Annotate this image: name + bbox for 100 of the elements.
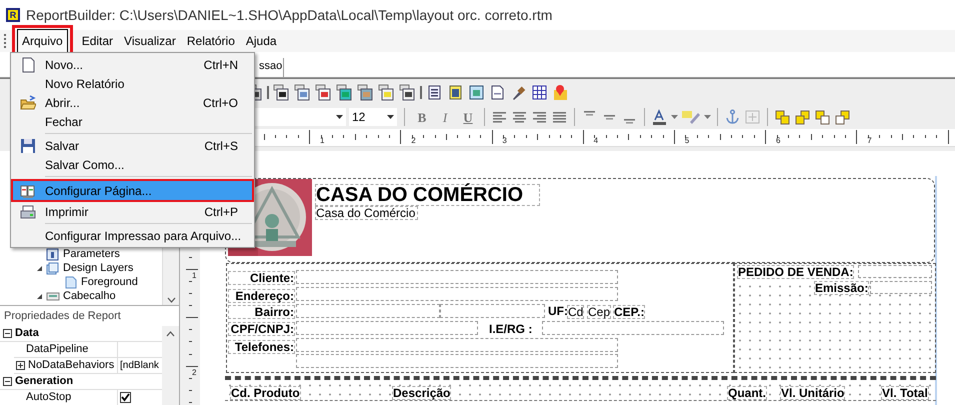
parameter-icon xyxy=(46,248,60,260)
app-logo: R xyxy=(6,8,20,22)
ruler-number: 5 xyxy=(684,137,690,145)
menu-item[interactable]: Relatório xyxy=(182,29,240,53)
property-value[interactable]: [ndBlank xyxy=(120,358,159,373)
panel-title: Propriedades de Report xyxy=(4,308,121,324)
component-icon[interactable] xyxy=(357,84,374,100)
page-icon[interactable] xyxy=(489,84,506,100)
grip-icon xyxy=(4,34,7,48)
component-icon[interactable] xyxy=(294,84,311,100)
data-field: Cep xyxy=(587,305,612,319)
ruler-number: 2 xyxy=(411,137,416,145)
menu-item[interactable]: Salvar Ctrl+S xyxy=(13,136,252,155)
window-title: ReportBuilder: C:\Users\DANIEL~1.SHO\AppData\Local\Temp\layout orc. correto.rtm xyxy=(26,6,552,25)
tree-item[interactable]: Cabecalho xyxy=(63,290,116,302)
align-left-icon[interactable] xyxy=(491,109,508,125)
component-icon[interactable] xyxy=(315,84,332,100)
data-field: Cd xyxy=(567,305,584,319)
field-label: Emissão: xyxy=(814,281,870,295)
bring-to-front-icon[interactable] xyxy=(774,109,791,125)
tree-item[interactable]: Design Layers xyxy=(63,262,134,274)
collapse-box-icon[interactable] xyxy=(3,329,12,338)
collapse-arrow-icon[interactable] xyxy=(36,264,43,272)
italic-button[interactable]: I xyxy=(435,108,455,126)
grid-icon[interactable] xyxy=(531,84,548,100)
tree-item[interactable]: Foreground xyxy=(81,276,138,288)
component-icon[interactable] xyxy=(336,84,353,100)
bring-forward-icon[interactable] xyxy=(814,109,831,125)
menu-item[interactable]: Editar xyxy=(76,29,118,53)
scroll-up-icon[interactable] xyxy=(166,331,175,337)
ruler-number: 2 xyxy=(192,369,196,377)
send-backward-icon[interactable] xyxy=(834,109,851,125)
tab[interactable]: ssao xyxy=(258,58,284,77)
menu-item[interactable]: Ajuda xyxy=(240,29,282,53)
table-icon[interactable] xyxy=(447,84,464,100)
font-size-dropdown[interactable]: 12 xyxy=(349,108,397,126)
caret-icon xyxy=(387,115,394,119)
list-icon[interactable] xyxy=(426,84,443,100)
menu-item[interactable]: Imprimir Ctrl+P xyxy=(13,202,252,221)
ruler-number: 1 xyxy=(320,137,324,145)
ruler-number: 4 xyxy=(594,137,598,145)
field-label: PEDIDO DE VENDA: xyxy=(737,265,854,279)
column-header: Quant. xyxy=(727,386,767,400)
field-label: UF: xyxy=(548,305,568,317)
column-header: Cd. Produto xyxy=(230,386,301,400)
ruler-number: 7 xyxy=(867,137,872,145)
component-icon[interactable] xyxy=(378,84,395,100)
column-header: Vl. Unitário xyxy=(780,386,846,400)
expand-box-icon[interactable] xyxy=(16,361,25,370)
report-title: CASA DO COMÉRCIO xyxy=(315,184,540,206)
justify-icon[interactable] xyxy=(551,109,568,125)
field-label: Telefones: xyxy=(228,340,295,354)
underline-button[interactable]: U xyxy=(458,108,478,126)
layers-icon xyxy=(46,262,60,274)
field-label: Endereço: xyxy=(228,289,295,303)
property-name: NoDataBehaviors xyxy=(28,358,114,374)
collapse-box-icon[interactable] xyxy=(3,377,12,386)
band-icon xyxy=(46,290,60,302)
caret-icon xyxy=(336,115,343,119)
property-group[interactable]: Generation xyxy=(15,373,74,390)
menu-item[interactable]: Fechar xyxy=(13,112,252,131)
tree-item[interactable]: Parameters xyxy=(63,248,120,260)
menu-item[interactable]: Visualizar xyxy=(119,29,181,53)
menu-item[interactable]: Configurar Impressao para Arquivo... xyxy=(13,226,252,245)
scroll-down-icon[interactable] xyxy=(166,297,176,303)
property-group[interactable]: Data xyxy=(15,325,39,342)
field-label: CPF/CNPJ: xyxy=(228,322,295,336)
component-icon[interactable] xyxy=(273,84,290,100)
send-to-back-icon[interactable] xyxy=(794,109,811,125)
caret-icon[interactable] xyxy=(671,115,678,119)
map-pin-icon[interactable] xyxy=(552,84,569,100)
menu-item[interactable]: Configurar Página... xyxy=(13,181,252,200)
scrollbar[interactable] xyxy=(162,326,179,405)
property-name: AutoStop xyxy=(26,390,72,405)
brush-icon[interactable] xyxy=(510,84,527,100)
menu-item[interactable]: Novo... Ctrl+N xyxy=(13,55,252,74)
align-center-icon[interactable] xyxy=(511,109,528,125)
image-icon[interactable] xyxy=(468,84,485,100)
report-subtitle: Casa do Comércio xyxy=(315,206,418,220)
field-label: Cliente: xyxy=(228,271,295,285)
printer-icon xyxy=(20,204,36,220)
property-name: DataPipeline xyxy=(26,342,88,358)
menu-item[interactable]: Salvar Como... xyxy=(13,155,252,174)
collapse-arrow-icon[interactable] xyxy=(36,292,43,300)
page-icon xyxy=(20,56,36,72)
menu-item[interactable]: Novo Relatório xyxy=(13,74,252,93)
caret-icon[interactable] xyxy=(704,115,711,119)
ruler-number: 1 xyxy=(192,272,196,280)
field-label: Bairro: xyxy=(228,305,295,319)
align-right-icon[interactable] xyxy=(531,109,548,125)
anchor-icon[interactable] xyxy=(724,109,741,125)
menu-item[interactable]: Arquivo xyxy=(17,29,68,53)
font-color-icon[interactable] xyxy=(651,109,668,125)
highlight-color-icon[interactable] xyxy=(681,109,701,125)
component-icon[interactable] xyxy=(399,84,416,100)
checked-checkbox[interactable] xyxy=(120,392,131,403)
page-icon xyxy=(64,276,78,288)
ruler-number: 6 xyxy=(776,137,780,145)
bold-button[interactable]: B xyxy=(412,108,432,126)
menu-item[interactable]: Abrir... Ctrl+O xyxy=(13,93,252,112)
